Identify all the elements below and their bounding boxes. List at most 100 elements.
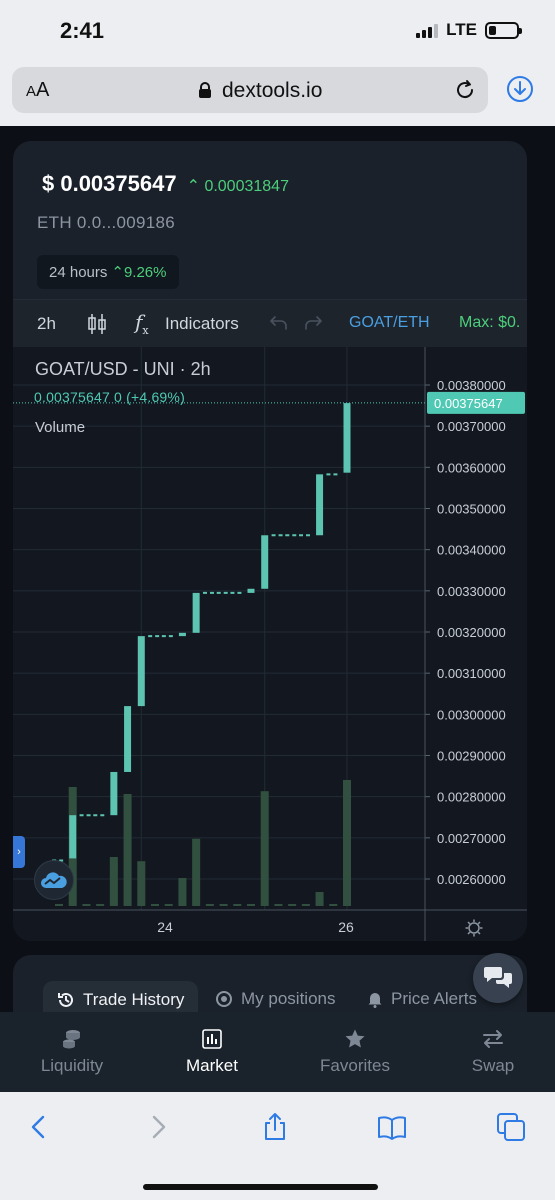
price-eth: ETH 0.0...009186	[37, 213, 176, 232]
volume-bar	[315, 892, 324, 906]
up-arrow-icon: ⌃	[111, 264, 124, 281]
text-size-button[interactable]: AA	[26, 79, 49, 102]
volume-bar	[329, 904, 338, 906]
chat-icon	[484, 967, 512, 988]
volume-bar	[301, 904, 310, 906]
network-label: LTE	[446, 20, 477, 39]
side-panel-toggle[interactable]: ›	[13, 836, 25, 868]
indicators-button[interactable]: Indicators	[165, 314, 239, 334]
candle	[124, 706, 132, 772]
y-tick-label: 0.00270000	[437, 831, 506, 846]
nav-market[interactable]: Market	[157, 1028, 267, 1076]
bottom-navigation: Liquidity Market Favorites Swap	[0, 1012, 555, 1092]
x-tick-label: 24	[157, 919, 173, 935]
forward-icon[interactable]	[143, 1112, 173, 1142]
pair-button[interactable]: GOAT/ETH	[349, 314, 430, 332]
tabs-icon[interactable]	[496, 1112, 526, 1142]
candle-type-icon[interactable]	[87, 312, 107, 336]
price-chart[interactable]: 0.00380000 0.00370000 0.00360000 0.00350000…	[13, 347, 527, 941]
volume-bar	[55, 904, 63, 906]
cloud-icon	[41, 872, 67, 888]
volume-bar	[109, 857, 118, 906]
y-tick-label: 0.00370000	[437, 419, 506, 434]
y-tick-label: 0.00380000	[437, 378, 506, 393]
chat-button[interactable]	[473, 953, 523, 1003]
volume-bar	[233, 904, 242, 906]
status-time: 2:41	[60, 18, 105, 43]
bookmarks-icon[interactable]	[377, 1112, 407, 1142]
swap-icon	[483, 1030, 503, 1048]
nav-swap[interactable]: Swap	[438, 1028, 548, 1076]
reload-icon[interactable]	[454, 79, 476, 101]
y-tick-label: 0.00260000	[437, 872, 506, 887]
share-icon[interactable]	[260, 1112, 290, 1142]
browser-address-area: AA dextools.io	[0, 62, 555, 126]
coins-icon	[63, 1030, 80, 1049]
volume-bar	[137, 861, 146, 906]
candle	[69, 815, 77, 859]
volume-bar	[205, 904, 214, 906]
bar-chart-icon	[202, 1029, 222, 1049]
range-change: ⌃9.26%	[111, 264, 167, 281]
y-tick-label: 0.00280000	[437, 790, 506, 805]
candle	[261, 535, 269, 589]
y-tick-label: 0.00290000	[437, 749, 506, 764]
interval-button[interactable]: 2h	[37, 314, 56, 334]
y-tick-label: 0.00350000	[437, 502, 506, 517]
x-tick-label: 26	[338, 919, 354, 935]
back-icon[interactable]	[24, 1112, 54, 1142]
price-row: $ 0.00375647 ⌃ 0.00031847	[42, 171, 289, 197]
y-tick-label: 0.00300000	[437, 707, 506, 722]
volume-bar	[96, 904, 105, 906]
candle	[247, 588, 255, 593]
volume-bar	[219, 904, 228, 906]
range-chip[interactable]: 24 hours ⌃9.26%	[37, 255, 179, 289]
url-text[interactable]: dextools.io	[222, 79, 322, 103]
candle	[343, 403, 351, 473]
status-bar: 2:41 LTE	[0, 0, 555, 62]
target-icon	[216, 991, 232, 1007]
price-change: ⌃ 0.00031847	[186, 178, 289, 195]
settings-icon[interactable]	[465, 919, 483, 937]
undo-icon[interactable]	[269, 314, 289, 332]
history-icon	[58, 992, 73, 1007]
chart-legend-value: 0.00375647 0 (+4.69%)	[34, 389, 185, 405]
volume-bar	[343, 780, 351, 906]
nav-liquidity[interactable]: Liquidity	[17, 1028, 127, 1076]
chart-toolbar: 2h fx Indicators GOAT/ETH Max: $0.	[13, 299, 527, 347]
chart-legend-title: GOAT/USD - UNI · 2h	[35, 359, 211, 379]
status-indicators: LTE	[416, 20, 522, 40]
candle	[192, 592, 200, 633]
candle	[110, 771, 118, 816]
redo-icon[interactable]	[303, 314, 323, 332]
volume-bar	[260, 791, 269, 906]
up-arrow-icon: ⌃	[186, 178, 200, 195]
battery-icon	[485, 21, 522, 39]
nav-favorites[interactable]: Favorites	[300, 1028, 410, 1076]
signal-icon	[416, 22, 439, 38]
volume-bar	[151, 904, 159, 906]
y-tick-label: 0.00360000	[437, 460, 506, 475]
fx-icon[interactable]: fx	[135, 310, 149, 337]
price-card: $ 0.00375647 ⌃ 0.00031847 ETH 0.0...0091…	[13, 141, 527, 941]
tab-my-positions[interactable]: My positions	[215, 989, 335, 1009]
bell-icon	[368, 993, 382, 1008]
chart-area[interactable]: 0.00380000 0.00370000 0.00360000 0.00350000…	[13, 347, 527, 941]
current-price-label: 0.00375647	[434, 396, 503, 411]
tab-price-alerts[interactable]: Price Alerts	[367, 989, 477, 1009]
volume-bar	[192, 838, 201, 906]
max-label: Max: $0.	[459, 314, 521, 331]
volume-bar	[82, 904, 91, 906]
volume-bar	[178, 878, 187, 906]
volume-bar	[247, 904, 255, 906]
y-tick-label: 0.00310000	[437, 666, 506, 681]
y-tick-label: 0.00320000	[437, 625, 506, 640]
chart-legend-volume: Volume	[35, 419, 86, 436]
candle	[316, 474, 324, 536]
candle	[178, 632, 186, 637]
address-bar[interactable]: AA dextools.io	[12, 67, 488, 113]
y-tick-label: 0.00340000	[437, 543, 506, 558]
download-icon[interactable]	[505, 74, 535, 104]
y-tick-label: 0.00330000	[437, 584, 506, 599]
home-indicator	[143, 1184, 378, 1190]
